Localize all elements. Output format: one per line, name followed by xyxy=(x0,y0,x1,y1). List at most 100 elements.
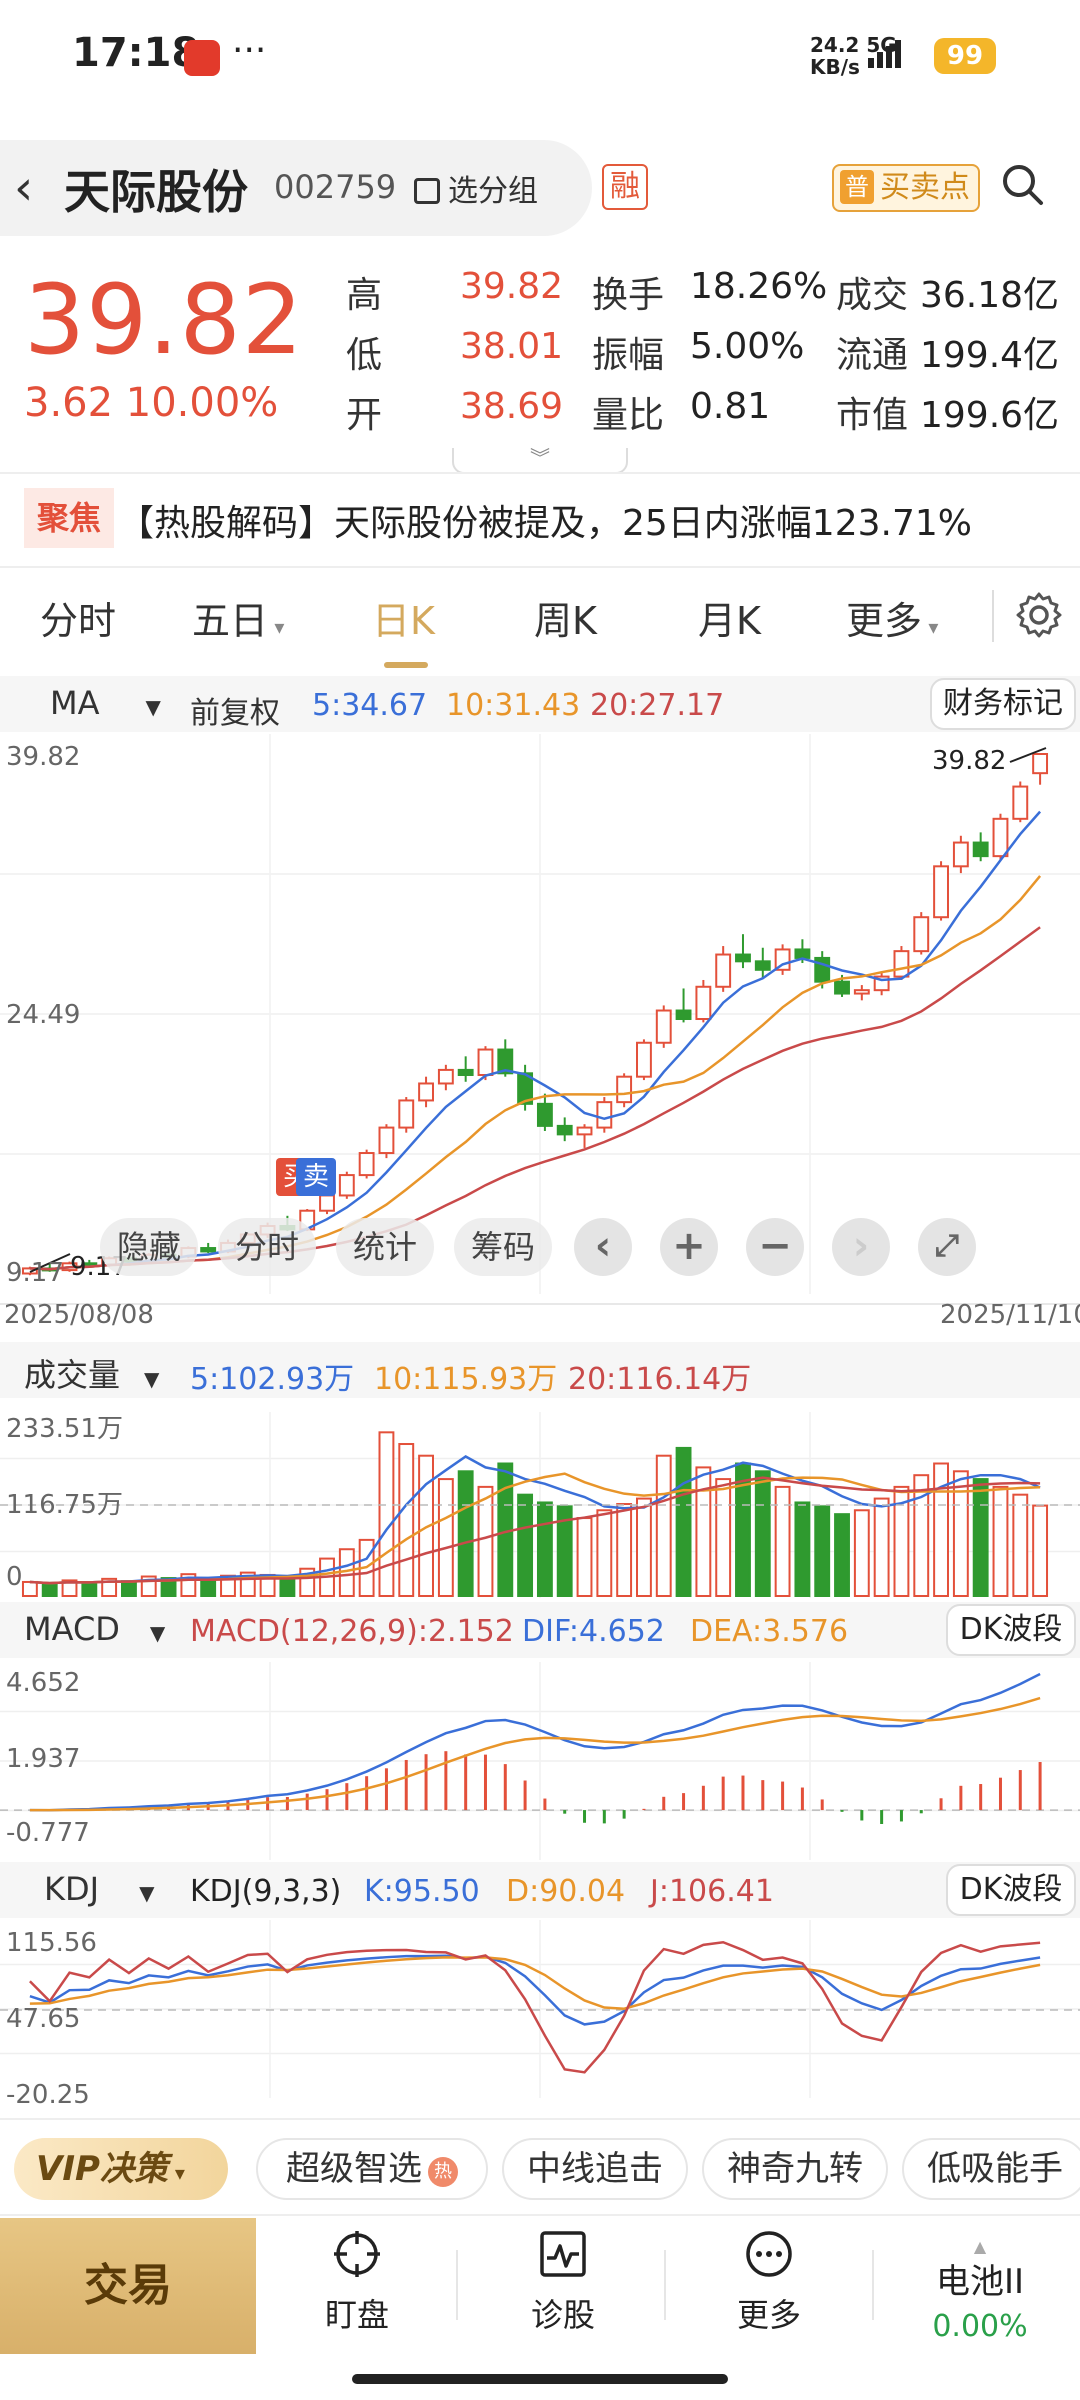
current-price: 39.82 xyxy=(24,264,304,376)
kdj-name: KDJ(9,3,3) xyxy=(190,1874,342,1909)
scroll-right-icon[interactable]: › xyxy=(832,1218,890,1276)
candle-body xyxy=(893,950,910,978)
tab-monthly-k[interactable]: 月K xyxy=(698,590,761,645)
finance-mark-button[interactable]: 财务标记 xyxy=(930,678,1076,730)
kdj-dk-button[interactable]: DK波段 xyxy=(946,1864,1076,1916)
gear-icon[interactable] xyxy=(1014,590,1064,640)
volume-bar xyxy=(636,1497,652,1598)
timeshare-button[interactable]: 分时 xyxy=(218,1218,316,1276)
quote-v1: 38.69 xyxy=(460,386,564,427)
battery-indicator: 99 xyxy=(934,38,996,74)
macd-value: MACD(12,26,9):2.152 xyxy=(190,1614,514,1649)
nav-watch[interactable]: 盯盘 xyxy=(282,2228,432,2336)
ma10-value: 10:31.43 xyxy=(446,688,581,723)
stock-name: 天际股份 xyxy=(64,165,248,219)
fullscreen-icon[interactable]: ⤢ xyxy=(918,1218,976,1276)
macd-dk-button[interactable]: DK波段 xyxy=(946,1604,1076,1656)
candle-body xyxy=(715,953,732,988)
volume-bar xyxy=(675,1446,692,1597)
adjust-mode[interactable]: 前复权 xyxy=(190,688,280,732)
news-tag: 聚焦 xyxy=(24,488,114,548)
vol-y-top: 233.51万 xyxy=(6,1414,123,1444)
volume-bar xyxy=(81,1581,98,1598)
divider xyxy=(0,472,1080,474)
zoom-in-icon[interactable]: + xyxy=(660,1218,718,1276)
volume-bar xyxy=(596,1509,613,1597)
quick-tag-midline[interactable]: 中线追击 xyxy=(502,2138,688,2200)
candle-body xyxy=(556,1124,573,1136)
quote-v2: 5.00% xyxy=(690,326,805,367)
tab-more[interactable]: 更多 ▾ xyxy=(846,590,938,645)
chips-button[interactable]: 筹码 xyxy=(454,1218,552,1276)
nav-more[interactable]: 更多 xyxy=(694,2228,844,2336)
candle-body xyxy=(358,1152,375,1177)
volume-selector[interactable]: 成交量 ▼ xyxy=(24,1350,159,1396)
candle-body xyxy=(477,1048,494,1076)
ma5-line xyxy=(29,810,1042,1271)
app-notification-icon xyxy=(184,40,220,76)
divider xyxy=(992,590,994,642)
volume-bar xyxy=(517,1493,534,1597)
quick-tag-nine-turn[interactable]: 神奇九转 xyxy=(702,2138,888,2200)
dif-line xyxy=(29,1672,1041,1812)
tab-timeshare[interactable]: 分时 xyxy=(40,590,116,645)
watchlist-battery[interactable]: ▲ 电池II 0.00% xyxy=(900,2239,1060,2345)
quote-l1: 开 xyxy=(346,395,383,436)
home-indicator[interactable] xyxy=(352,2374,728,2384)
candle-body xyxy=(616,1075,633,1104)
tab-five-day[interactable]: 五日 ▾ xyxy=(192,590,284,645)
stats-button[interactable]: 统计 xyxy=(336,1218,434,1276)
tab-weekly-k[interactable]: 周K xyxy=(534,590,597,645)
margin-trading-badge[interactable]: 融 xyxy=(602,164,648,210)
tab-daily-k[interactable]: 日K xyxy=(372,590,435,645)
volume-bar xyxy=(437,1478,454,1597)
kdj-selector[interactable]: KDJ ▼ xyxy=(44,1870,154,1908)
back-icon[interactable]: ‹ xyxy=(14,160,33,216)
vol-ma10: 10:115.93万 xyxy=(374,1362,558,1397)
dea-value: DEA:3.576 xyxy=(690,1614,849,1649)
select-group-button[interactable]: 选分组 xyxy=(414,166,538,210)
hot-badge-icon: 热 xyxy=(428,2157,458,2187)
divider xyxy=(0,2214,1080,2216)
volume-bar xyxy=(695,1466,712,1598)
buy-sell-points-button[interactable]: 普买卖点 xyxy=(832,164,980,212)
divider xyxy=(664,2250,666,2320)
quick-tag-super-pick[interactable]: 超级智选热 xyxy=(256,2138,488,2200)
volume-bar xyxy=(972,1478,989,1597)
status-bar: 17:18 ··· 24.2 5G KB/s 99 xyxy=(0,0,1080,115)
dif-value: DIF:4.652 xyxy=(522,1614,665,1649)
search-icon[interactable] xyxy=(1000,162,1044,206)
candle-body xyxy=(338,1174,355,1197)
scroll-left-icon[interactable]: ‹ xyxy=(574,1218,632,1276)
vip-decision-button[interactable]: VIP决策 ▾ xyxy=(14,2138,228,2200)
volume-bar xyxy=(457,1470,474,1598)
date-end: 2025/11/10 xyxy=(940,1300,1080,1330)
volume-bar xyxy=(398,1443,415,1597)
vol-ma5: 5:102.93万 xyxy=(190,1362,355,1397)
kdj-y-top: 115.56 xyxy=(6,1928,97,1958)
nav-diagnose[interactable]: 诊股 xyxy=(488,2228,638,2336)
ma20-value: 20:27.17 xyxy=(590,688,725,723)
quote-l3: 流通 xyxy=(836,335,909,376)
quote-v1: 38.01 xyxy=(460,326,564,367)
more-notifications-icon: ··· xyxy=(232,30,267,71)
macd-selector[interactable]: MACD ▼ xyxy=(24,1610,165,1648)
quote-l1: 低 xyxy=(346,335,383,376)
volume-bar xyxy=(715,1478,732,1597)
expand-chevron-icon[interactable]: ︾ xyxy=(452,448,628,474)
volume-bar xyxy=(616,1503,633,1598)
quote-v1: 39.82 xyxy=(460,266,564,307)
candle-body xyxy=(576,1126,593,1136)
quote-l1: 高 xyxy=(346,275,383,316)
zoom-out-icon[interactable]: − xyxy=(746,1218,804,1276)
candle-body xyxy=(596,1101,613,1129)
volume-bar xyxy=(655,1454,672,1598)
ma-selector[interactable]: MA ▼ xyxy=(50,684,161,722)
hide-button[interactable]: 隐藏 xyxy=(100,1218,198,1276)
trade-button[interactable]: 交易 xyxy=(0,2218,256,2354)
quick-tag-low-buy[interactable]: 低吸能手 xyxy=(902,2138,1080,2200)
macd-y-top: 4.652 xyxy=(6,1668,81,1698)
volume-bar xyxy=(794,1501,811,1598)
news-headline[interactable]: 【热股解码】天际股份被提及，25日内涨幅123.71% xyxy=(118,494,972,546)
sell-marker[interactable]: 卖 xyxy=(296,1158,336,1196)
